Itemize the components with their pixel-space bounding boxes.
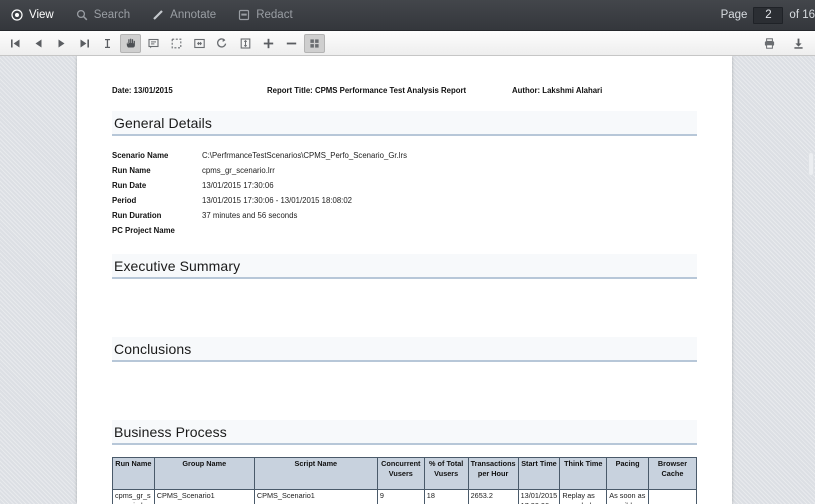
detail-value: 13/01/2015 17:30:06 - 13/01/2015 18:08:0… bbox=[202, 196, 353, 205]
column-header: Think Time bbox=[559, 457, 608, 490]
table-cell: cpms_gr_scenario.lrr bbox=[112, 489, 155, 504]
pencil-icon bbox=[152, 9, 164, 21]
column-header: Concurrent Vusers bbox=[376, 457, 425, 490]
column-header: % of Total Vusers bbox=[423, 457, 469, 490]
redact-icon bbox=[238, 9, 250, 21]
detail-key: Scenario Name bbox=[112, 151, 169, 160]
business-process-table: Run Name Group Name Script Name Concurre… bbox=[112, 457, 698, 504]
column-header: Transactions per Hour bbox=[467, 457, 519, 490]
table-cell: 9 bbox=[376, 489, 425, 504]
detail-key: Period bbox=[112, 196, 137, 205]
vertical-scrollbar-thumb[interactable] bbox=[808, 152, 814, 176]
previous-page-icon[interactable] bbox=[28, 34, 49, 53]
pdf-viewer-canvas[interactable]: Date: 13/01/2015 Report Title: CPMS Perf… bbox=[0, 56, 815, 504]
page-total-label: of 16 bbox=[789, 9, 815, 21]
section-heading-general-details: General Details bbox=[112, 111, 697, 136]
header-author: Author: Lakshmi Alahari bbox=[512, 86, 603, 95]
conclusions-body bbox=[112, 362, 697, 404]
text-select-icon[interactable] bbox=[97, 34, 118, 53]
fit-page-icon[interactable] bbox=[235, 34, 256, 53]
table-cell: CPMS_Scenario1 bbox=[253, 489, 378, 504]
table-cell: 18 bbox=[423, 489, 469, 504]
viewer-toolbar bbox=[0, 31, 815, 56]
table-cell: 2653.2 bbox=[467, 489, 519, 504]
section-heading-business-process: Business Process bbox=[112, 420, 697, 445]
column-header: Browser Cache bbox=[647, 457, 698, 490]
top-menu-annotate-label: Annotate bbox=[170, 9, 217, 21]
detail-row: Scenario Name C:\PerfrmanceTestScenarios… bbox=[112, 148, 697, 163]
document-running-header: Date: 13/01/2015 Report Title: CPMS Perf… bbox=[112, 86, 697, 95]
general-details-list: Scenario Name C:\PerfrmanceTestScenarios… bbox=[112, 148, 697, 238]
section-heading-executive-summary: Executive Summary bbox=[112, 254, 697, 279]
search-icon bbox=[76, 9, 88, 21]
page-label: Page bbox=[720, 9, 748, 21]
top-menu-redact[interactable]: Redact bbox=[227, 0, 303, 31]
pdf-page: Date: 13/01/2015 Report Title: CPMS Perf… bbox=[77, 56, 732, 504]
fullscreen-icon[interactable] bbox=[304, 33, 325, 53]
table-header-row: Run Name Group Name Script Name Concurre… bbox=[112, 457, 698, 490]
detail-row: Run Name cpms_gr_scenario.lrr bbox=[112, 163, 697, 178]
table-cell bbox=[647, 489, 698, 504]
hand-tool-icon[interactable] bbox=[120, 33, 141, 53]
detail-row: Run Date 13/01/2015 17:30:06 bbox=[112, 178, 697, 193]
download-icon[interactable] bbox=[788, 34, 809, 53]
detail-row: PC Project Name bbox=[112, 223, 697, 238]
top-menu-view[interactable]: View bbox=[0, 0, 65, 31]
rotate-icon[interactable] bbox=[212, 34, 233, 53]
header-report-title: Report Title: CPMS Performance Test Anal… bbox=[267, 86, 467, 95]
vertical-scrollbar[interactable] bbox=[806, 112, 815, 504]
column-header: Script Name bbox=[253, 457, 378, 490]
print-icon[interactable] bbox=[759, 34, 780, 53]
detail-key: Run Name bbox=[112, 166, 151, 175]
table-cell: Replay as recorded bbox=[559, 489, 608, 504]
eye-icon bbox=[11, 9, 23, 21]
area-select-icon[interactable] bbox=[166, 34, 187, 53]
detail-row: Run Duration 37 minutes and 56 seconds bbox=[112, 208, 697, 223]
detail-key: Run Duration bbox=[112, 211, 162, 220]
table-row: cpms_gr_scenario.lrr CPMS_Scenario1 CPMS… bbox=[112, 489, 698, 504]
column-header: Group Name bbox=[153, 457, 255, 490]
detail-value: 13/01/2015 17:30:06 bbox=[202, 181, 274, 190]
table-cell: CPMS_Scenario1 bbox=[153, 489, 255, 504]
next-page-icon[interactable] bbox=[51, 34, 72, 53]
zoom-in-icon[interactable] bbox=[258, 34, 279, 53]
detail-value: cpms_gr_scenario.lrr bbox=[202, 166, 275, 175]
top-menu-search-label: Search bbox=[93, 9, 131, 21]
section-heading-conclusions: Conclusions bbox=[112, 337, 697, 362]
zoom-out-icon[interactable] bbox=[281, 34, 302, 53]
sticky-note-icon[interactable] bbox=[143, 34, 164, 53]
page-number-input[interactable]: 2 bbox=[753, 6, 784, 24]
last-page-icon[interactable] bbox=[74, 34, 95, 53]
first-page-icon[interactable] bbox=[5, 34, 26, 53]
table-cell: 13/01/2015 17:30:06 bbox=[517, 489, 561, 504]
detail-row: Period 13/01/2015 17:30:06 - 13/01/2015 … bbox=[112, 193, 697, 208]
detail-value: C:\PerfrmanceTestScenarios\CPMS_Perfo_Sc… bbox=[202, 151, 407, 160]
top-menu-view-label: View bbox=[29, 9, 54, 21]
detail-key: PC Project Name bbox=[112, 226, 175, 235]
column-header: Run Name bbox=[112, 457, 155, 490]
executive-summary-body bbox=[112, 279, 697, 321]
header-date: Date: 13/01/2015 bbox=[112, 86, 173, 95]
top-menu-search[interactable]: Search bbox=[65, 0, 141, 31]
detail-value: 37 minutes and 56 seconds bbox=[202, 211, 298, 220]
column-header: Start Time bbox=[517, 457, 561, 490]
page-navigation-group: Page 2 of 16 bbox=[721, 0, 815, 31]
app-top-bar: View Search Annotate Redact Page 2 of 16 bbox=[0, 0, 815, 31]
table-cell: As soon as possible bbox=[606, 489, 649, 504]
detail-key: Run Date bbox=[112, 181, 147, 190]
top-menu-redact-label: Redact bbox=[256, 9, 293, 21]
top-menu-annotate[interactable]: Annotate bbox=[141, 0, 227, 31]
fit-width-icon[interactable] bbox=[189, 34, 210, 53]
column-header: Pacing bbox=[606, 457, 649, 490]
